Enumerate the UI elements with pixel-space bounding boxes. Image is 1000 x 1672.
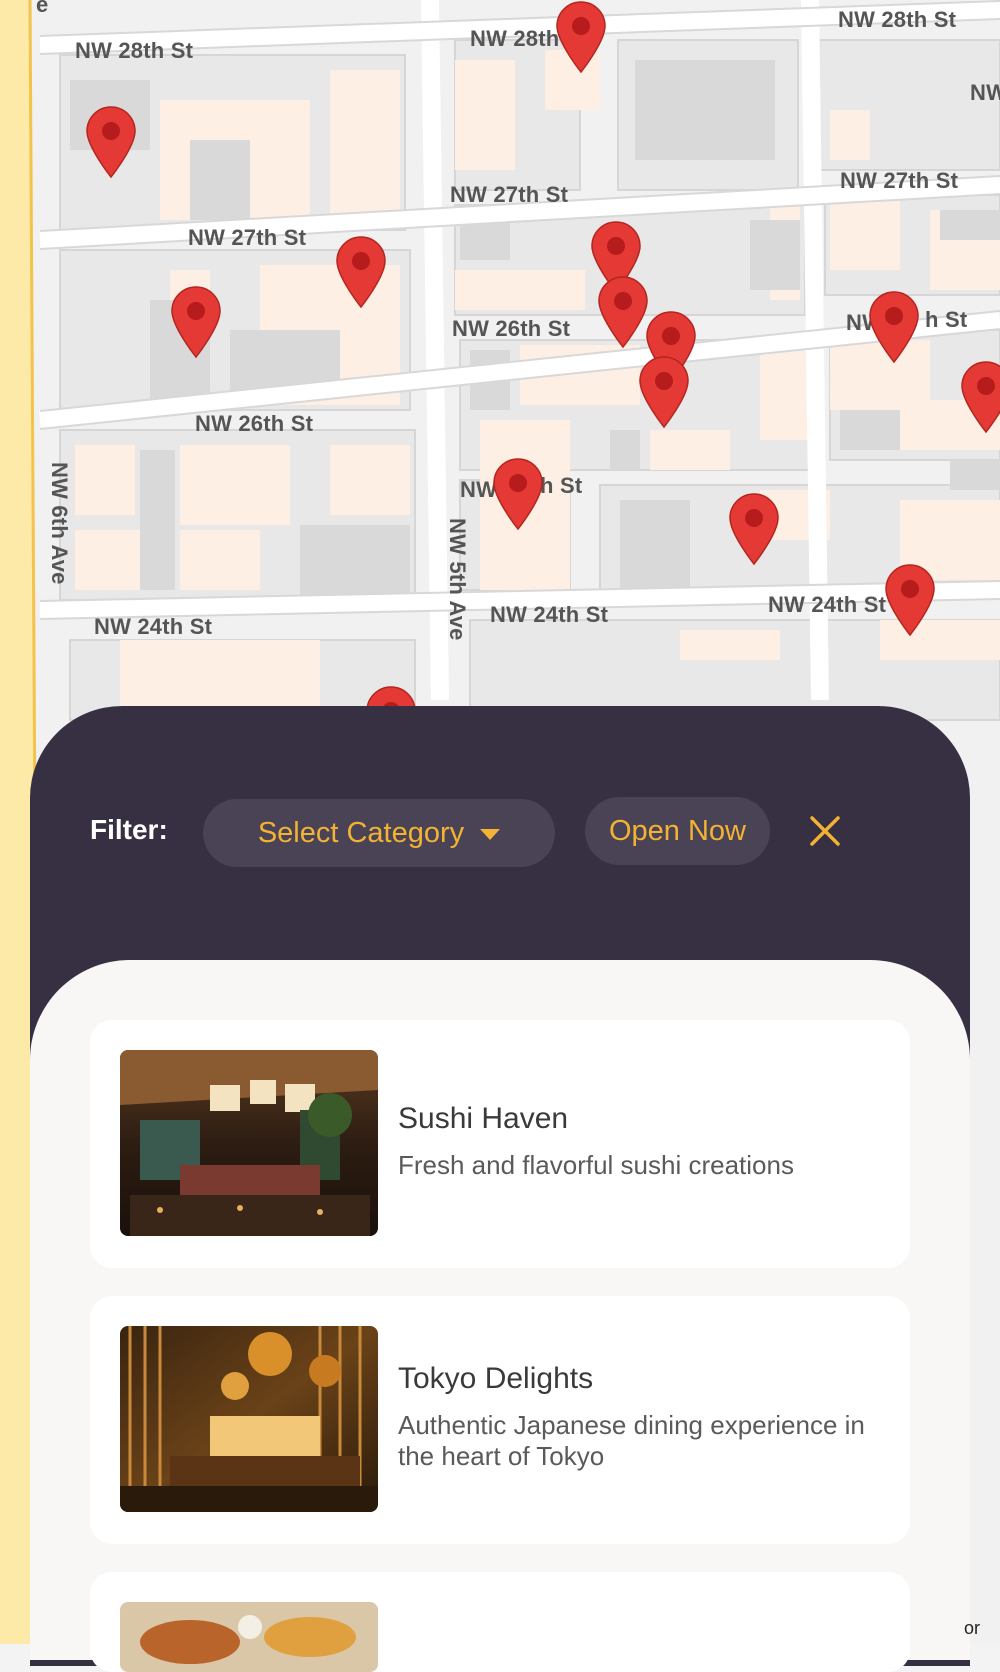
street-label-nw-28th: NW 28th St: [75, 38, 194, 63]
map-pin-icon[interactable]: [170, 285, 222, 359]
restaurant-image: [120, 1326, 378, 1512]
street-label-nw-24th: NW 24th St: [94, 614, 213, 639]
restaurant-name: Tokyo Delights: [398, 1362, 594, 1395]
street-label-nw-28th: NW 28th St: [838, 7, 957, 32]
street-label-nw: NW: [970, 80, 1000, 105]
restaurant-card[interactable]: Tokyo Delights Authentic Japanese dining…: [90, 1296, 910, 1544]
street-label-nw-27th: NW 27th St: [188, 225, 307, 250]
map-pin-icon[interactable]: [555, 0, 607, 74]
map-pin-icon[interactable]: [638, 355, 690, 429]
restaurant-name: Sushi Haven: [398, 1102, 569, 1135]
street-label-nw-24th: NW 24th St: [768, 592, 887, 617]
open-now-button[interactable]: Open Now: [585, 797, 770, 865]
street-label-nw-24th: NW 24th St: [490, 602, 609, 627]
street-label-nw-27th: NW 27th St: [450, 182, 569, 207]
restaurant-description: Authentic Japanese dining experience in …: [398, 1410, 865, 1471]
street-label-h-st: h St: [925, 307, 968, 332]
map-pin-icon[interactable]: [492, 457, 544, 531]
map-pin-icon[interactable]: [868, 290, 920, 364]
street-label-nw-27th: NW 27th St: [840, 168, 959, 193]
street-label-nw-26th: NW 26th St: [452, 316, 571, 341]
map-pin-icon[interactable]: [335, 235, 387, 309]
street-label-edge: e: [36, 0, 49, 17]
street-label-nw-26th: NW 26th St: [195, 411, 314, 436]
restaurant-image: [120, 1050, 378, 1236]
street-label-nw-28th: NW 28th: [470, 26, 560, 51]
map-pin-icon[interactable]: [884, 563, 936, 637]
map-pin-icon[interactable]: [960, 360, 1000, 434]
restaurant-card[interactable]: [90, 1572, 910, 1672]
map-attribution: or: [963, 1618, 980, 1638]
map-pin-icon[interactable]: [597, 275, 649, 349]
open-now-label: Open Now: [608, 814, 746, 847]
map-pin-icon[interactable]: [85, 105, 137, 179]
restaurant-description: Fresh and flavorful sushi creations: [398, 1150, 794, 1180]
select-category-label: Select Category: [257, 816, 465, 849]
filter-label: Filter:: [90, 814, 168, 845]
restaurant-card[interactable]: Sushi Haven Fresh and flavorful sushi cr…: [90, 1020, 910, 1268]
close-icon[interactable]: [808, 814, 842, 848]
street-label-nw-5th-ave: NW 5th Ave: [445, 518, 470, 641]
street-label-nw-6th-ave: NW 6th Ave: [47, 462, 72, 585]
street-label-h-st: h St: [540, 473, 583, 498]
select-category-dropdown[interactable]: Select Category: [203, 799, 555, 867]
restaurant-image: [120, 1602, 378, 1672]
caret-down-icon: [480, 829, 501, 840]
map-pin-icon[interactable]: [728, 492, 780, 566]
